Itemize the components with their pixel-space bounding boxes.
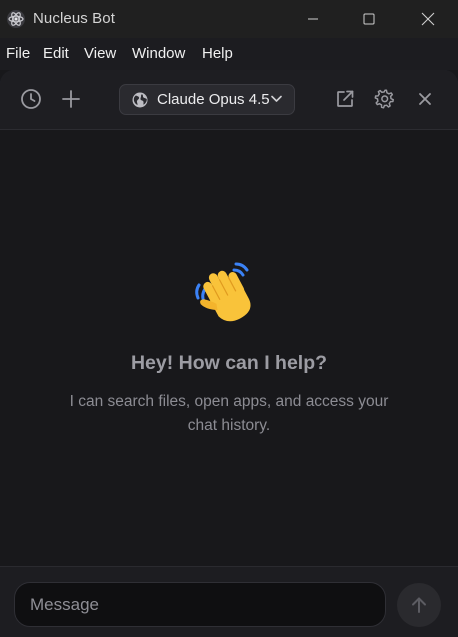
menu-file[interactable]: File <box>6 45 30 62</box>
chat-panel: Claude Opus 4.5 Hey! How can I help? I c… <box>0 70 458 637</box>
empty-state-title: Hey! How can I help? <box>130 352 328 374</box>
close-icon <box>421 12 435 26</box>
atom-icon <box>7 10 25 28</box>
chevron-down-icon <box>271 95 282 102</box>
model-selector[interactable]: Claude Opus 4.5 <box>119 84 295 115</box>
close-panel-button[interactable] <box>410 84 440 114</box>
empty-state-subtitle: I can search files, open apps, and acces… <box>69 393 389 434</box>
window-close-button[interactable] <box>402 0 454 38</box>
popout-button[interactable] <box>330 84 360 114</box>
menu-view[interactable]: View <box>84 45 116 62</box>
menu-bar: File Edit View Window Help <box>0 38 458 70</box>
send-button[interactable] <box>397 583 441 627</box>
globe-icon <box>132 92 148 107</box>
settings-button[interactable] <box>370 84 400 114</box>
history-button[interactable] <box>16 84 46 114</box>
panel-toolbar: Claude Opus 4.5 <box>0 70 458 130</box>
model-name: Claude Opus 4.5 <box>157 91 270 108</box>
menu-window[interactable]: Window <box>132 45 185 62</box>
history-clock-icon <box>21 89 41 109</box>
message-input[interactable] <box>14 582 386 627</box>
waving-hand-emoji <box>195 262 251 322</box>
window-title: Nucleus Bot <box>33 10 115 27</box>
close-icon <box>419 93 431 105</box>
external-link-icon <box>337 90 354 107</box>
menu-help[interactable]: Help <box>202 45 233 62</box>
gear-icon <box>374 89 394 109</box>
minimize-button[interactable] <box>287 0 339 38</box>
menu-edit[interactable]: Edit <box>43 45 69 62</box>
plus-icon <box>62 90 80 108</box>
title-bar: Nucleus Bot <box>0 0 458 38</box>
new-chat-button[interactable] <box>56 84 86 114</box>
minimize-icon <box>308 18 318 20</box>
maximize-button[interactable] <box>343 0 395 38</box>
maximize-icon <box>363 13 375 25</box>
composer <box>0 566 458 637</box>
arrow-up-icon <box>412 597 426 613</box>
